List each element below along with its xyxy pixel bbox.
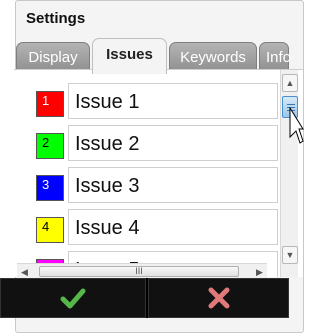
tab-info[interactable]: Info [259, 42, 291, 72]
issue-row: 1 Issue 1 [32, 83, 282, 119]
window-title: Settings [26, 10, 86, 27]
action-bar [0, 278, 289, 318]
issue-color-swatch[interactable]: 2 [36, 133, 64, 159]
issue-name-field[interactable]: Issue 4 [68, 209, 278, 245]
issue-name-field[interactable]: Issue 3 [68, 167, 278, 203]
issue-row: 2 Issue 2 [32, 125, 282, 161]
scroll-down-button[interactable]: ▼ [282, 246, 298, 264]
x-icon [208, 287, 229, 309]
issue-color-swatch[interactable]: 4 [36, 217, 64, 243]
tab-keywords[interactable]: Keywords [169, 42, 257, 72]
mouse-cursor-icon [289, 107, 304, 144]
issue-color-swatch[interactable]: 1 [36, 91, 64, 117]
tab-display[interactable]: Display [16, 42, 90, 72]
issues-panel: 1 Issue 1 2 Issue 2 3 Issue 3 4 Issue 4 … [14, 69, 303, 277]
issue-row: 3 Issue 3 [32, 167, 282, 203]
cancel-button[interactable] [148, 278, 289, 318]
scroll-right-icon[interactable]: ▶ [256, 267, 263, 278]
issue-name-field[interactable]: Issue 1 [68, 83, 278, 119]
scroll-left-icon[interactable]: ◀ [21, 267, 28, 278]
ok-button[interactable] [0, 278, 146, 318]
horizontal-scrollbar[interactable]: ◀ III ▶ [17, 263, 267, 278]
issue-row: 4 Issue 4 [32, 209, 282, 245]
horizontal-scroll-thumb[interactable]: III [39, 266, 239, 277]
scroll-up-button[interactable]: ▲ [282, 74, 298, 92]
tab-issues[interactable]: Issues [92, 38, 167, 74]
checkmark-icon [60, 288, 86, 309]
issue-color-swatch[interactable]: 3 [36, 175, 64, 201]
vertical-scrollbar[interactable]: ▲ ▼ [280, 70, 298, 277]
issue-name-field[interactable]: Issue 2 [68, 125, 278, 161]
